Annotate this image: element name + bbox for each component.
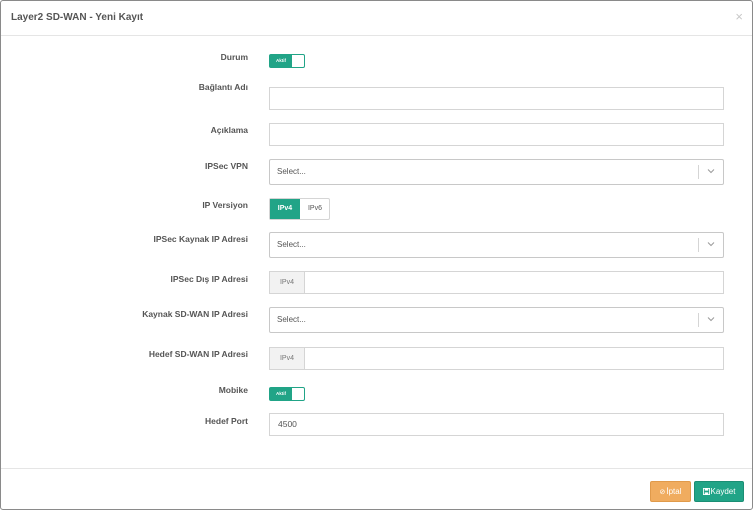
aciklama-input[interactable] [269,123,724,146]
ipsec-vpn-select[interactable]: Select... [269,159,724,185]
cancel-button-label: İptal [666,487,682,496]
ipsec-dis-ip-input[interactable]: IPv4 [269,271,724,294]
hedef-sdwan-ip-input[interactable]: IPv4 [269,347,724,370]
select-separator [698,165,699,179]
cancel-button[interactable]: ⊘İptal [650,481,691,502]
baglanti-adi-input[interactable] [269,87,724,110]
new-record-modal: Layer2 SD-WAN - Yeni Kayıt × Durum Aktif… [0,0,753,510]
chevron-down-icon[interactable] [707,168,715,174]
aciklama-label: Açıklama [210,125,248,135]
ip-versiyon-label: IP Versiyon [202,200,248,210]
kaynak-sdwan-ip-label: Kaynak SD-WAN IP Adresi [142,309,248,319]
chevron-down-icon[interactable] [707,241,715,247]
hedef-sdwan-ip-label: Hedef SD-WAN IP Adresi [148,349,248,359]
durum-toggle-label: Aktif [270,55,292,67]
kaynak-sdwan-ip-placeholder: Select... [277,315,306,324]
mobike-toggle-label: Aktif [270,388,292,400]
ipv4-addon: IPv4 [270,348,305,369]
select-separator [698,238,699,252]
select-separator [698,313,699,327]
ipsec-vpn-placeholder: Select... [277,167,306,176]
hedef-port-label: Hedef Port [205,416,248,426]
ipv4-option[interactable]: IPv4 [270,199,300,219]
ip-version-toggle-group: IPv4 IPv6 [269,198,330,220]
ipv6-option[interactable]: IPv6 [301,199,329,219]
modal-header: Layer2 SD-WAN - Yeni Kayıt × [1,1,752,36]
floppy-icon [702,483,710,502]
mobike-label: Mobike [218,385,248,395]
save-button-label: Kaydet [710,487,736,496]
kaynak-sdwan-ip-select[interactable]: Select... [269,307,724,333]
hedef-port-value: 4500 [278,419,297,429]
ipsec-vpn-label: IPSec VPN [205,161,248,171]
ipsec-kaynak-ip-label: IPSec Kaynak IP Adresi [153,234,249,244]
save-button[interactable]: Kaydet [694,481,744,502]
ipv4-addon: IPv4 [270,272,305,293]
durum-label: Durum [220,52,248,62]
mobike-toggle[interactable]: Aktif [269,387,305,401]
hedef-port-input[interactable]: 4500 [269,413,724,436]
close-icon[interactable]: × [735,10,743,24]
ipsec-kaynak-ip-select[interactable]: Select... [269,232,724,258]
chevron-down-icon[interactable] [707,316,715,322]
ban-icon: ⊘ [659,489,666,496]
modal-footer: ⊘İptal Kaydet [1,468,752,510]
baglanti-adi-label: Bağlantı Adı [198,82,248,92]
ipsec-dis-ip-label: IPSec Dış IP Adresi [170,274,248,284]
durum-toggle[interactable]: Aktif [269,54,305,68]
modal-title: Layer2 SD-WAN - Yeni Kayıt [11,12,144,23]
ipsec-kaynak-ip-placeholder: Select... [277,240,306,249]
